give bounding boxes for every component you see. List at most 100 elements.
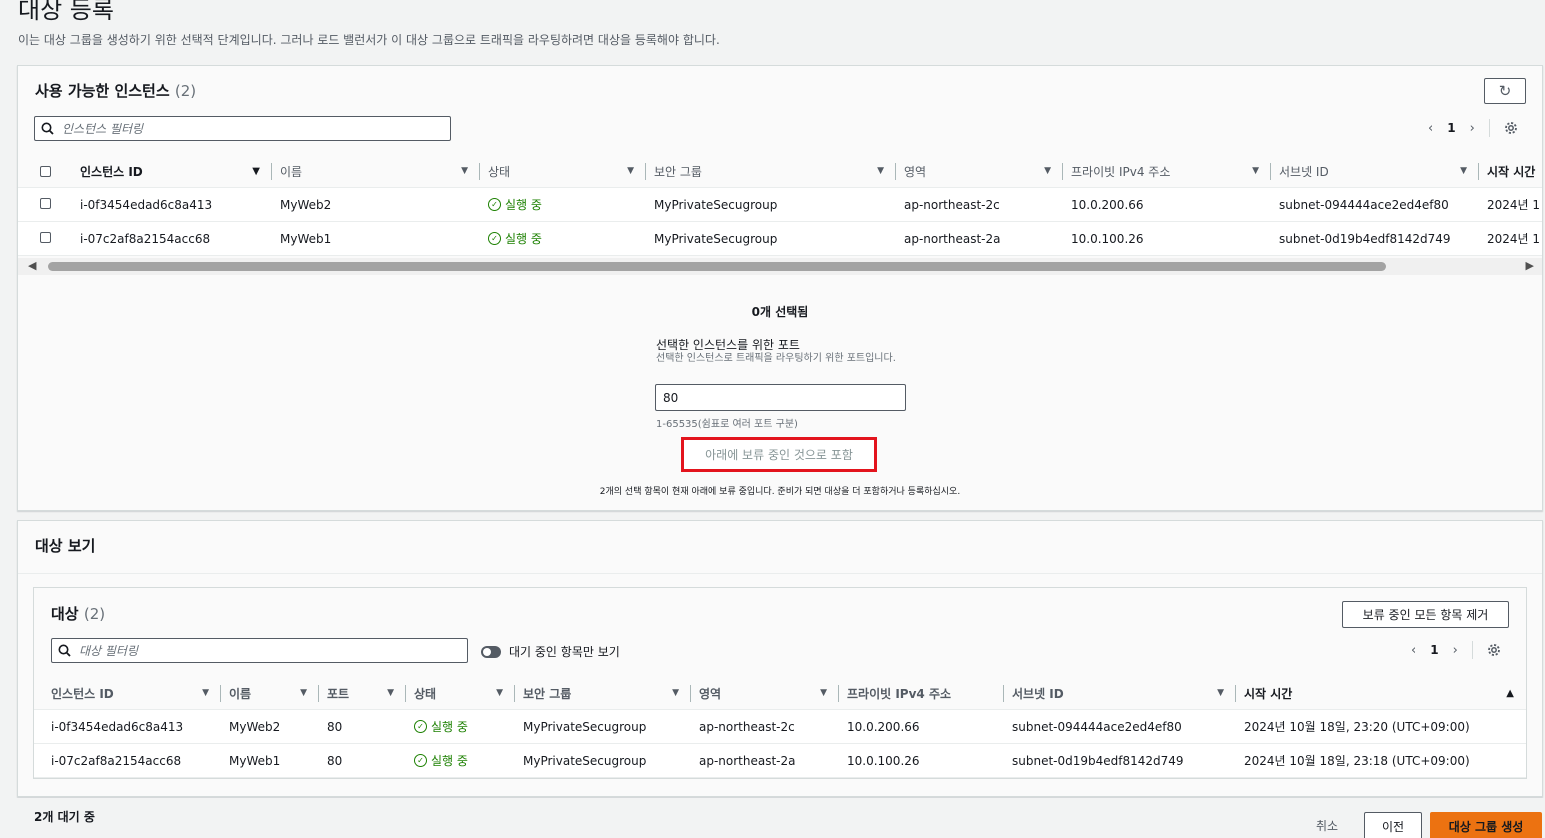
cell-launch-time: 2024년 1 [1487,232,1541,246]
column-launch-time[interactable]: 시작 시간 ▲ [1236,677,1526,709]
cell-security-group: MyPrivateSecugroup [523,753,647,768]
table-row: i-07c2af8a2154acc68 MyWeb1 80 ✓ 실행 중 MyPr… [34,744,1526,778]
table-row[interactable]: i-07c2af8a2154acc68 MyWeb1 ✓ 실행 중 MyPriva… [18,222,1542,256]
port-label: 선택한 인스턴스를 위한 포트 [656,338,800,352]
targets-heading: 대상 (2) [51,603,105,624]
column-security-group[interactable]: 보안 그룹 ▼ [646,155,896,187]
search-icon [41,122,54,135]
scrollbar-thumb[interactable] [48,262,1386,271]
column-state[interactable]: 상태 ▼ [406,677,515,709]
pending-only-toggle[interactable] [481,645,501,658]
select-all-checkbox[interactable] [39,165,51,177]
cell-state: ✓ 실행 중 [480,196,646,213]
check-circle-icon: ✓ [488,232,501,245]
instance-filter[interactable] [34,116,451,141]
instances-pagination: ‹ 1 › [1428,119,1518,137]
cell-launch-time: 2024년 10월 18일, 23:20 (UTC+09:00) [1244,720,1470,734]
column-port[interactable]: 포트 ▼ [319,677,406,709]
pending-count: 2개 대기 중 [34,810,95,824]
remove-all-pending-button[interactable]: 보류 중인 모든 항목 제거 [1342,601,1509,628]
gear-icon[interactable] [1487,643,1501,657]
column-security-group[interactable]: 보안 그룹 ▼ [515,677,691,709]
column-state[interactable]: 상태 ▼ [480,155,646,187]
target-filter[interactable] [51,638,468,663]
column-private-ip[interactable]: 프라이빗 IPv4 주소 [839,677,1004,709]
cell-name: MyWeb2 [229,719,281,734]
review-targets-title: 대상 보기 [35,537,96,555]
column-launch-time[interactable]: 시작 시간 [1479,155,1542,187]
column-name[interactable]: 이름 ▼ [221,677,319,709]
row-select-cell [18,231,72,246]
table-header: 인스턴스 ID ▼ 이름 ▼ 포트 ▼ 상태 ▼ 보안 그룹 ▼ 영역 ▼ 프라이빗 IPv… [34,677,1526,710]
pending-note: 2개의 선택 항목이 현재 아래에 보류 중입니다. 준비가 되면 대상을 더 … [599,487,961,497]
port-input[interactable] [655,384,906,411]
column-name[interactable]: 이름 ▼ [272,155,480,187]
scroll-left-arrow-icon[interactable]: ◀ [28,259,36,272]
targets-table: 인스턴스 ID ▼ 이름 ▼ 포트 ▼ 상태 ▼ 보안 그룹 ▼ 영역 ▼ 프라이빗 IPv… [34,677,1526,778]
previous-button[interactable]: 이전 [1364,812,1422,838]
search-icon [58,644,71,657]
target-filter-input[interactable] [79,643,448,658]
selected-count: 0개 선택됨 [751,305,809,319]
scroll-right-arrow-icon[interactable]: ▶ [1526,259,1534,272]
table-row: i-0f3454edad6c8a413 MyWeb2 80 ✓ 실행 중 MyPr… [34,710,1526,744]
include-as-pending-button[interactable]: 아래에 보류 중인 것으로 포함 [681,437,877,472]
next-page-icon[interactable]: › [1453,643,1458,658]
column-private-ip[interactable]: 프라이빗 IPv4 주소 ▼ [1063,155,1271,187]
available-instances-table: 인스턴스 ID ▼ 이름 ▼ 상태 ▼ 보안 그룹 ▼ 영역 ▼ 프라이빗 IPv4 주소… [18,155,1542,256]
check-circle-icon: ✓ [488,198,501,211]
cell-subnet-id: subnet-094444ace2ed4ef80 [1012,719,1182,734]
pagination-divider [1471,641,1473,659]
cell-private-ip: 10.0.100.26 [1071,231,1144,246]
instance-filter-input[interactable] [62,121,431,136]
current-page[interactable]: 1 [1447,121,1455,135]
horizontal-scrollbar[interactable]: ◀ ▶ [18,258,1542,275]
current-page[interactable]: 1 [1430,643,1438,657]
available-instances-title: 사용 가능한 인스턴스 [35,82,170,100]
check-circle-icon: ✓ [414,720,427,733]
cell-name: MyWeb1 [229,753,281,768]
panel-divider [18,573,1542,574]
column-subnet-id[interactable]: 서브넷 ID ▼ [1271,155,1479,187]
cell-subnet-id: subnet-094444ace2ed4ef80 [1279,197,1449,212]
cell-zone: ap-northeast-2c [904,197,1000,212]
port-description: 선택한 인스턴스로 트래픽을 라우팅하기 위한 포트입니다. [656,353,896,364]
port-hint: 1-65535(쉼표로 여러 포트 구분) [656,419,798,430]
gear-icon[interactable] [1504,121,1518,135]
targets-title: 대상 [51,605,79,623]
cell-name: MyWeb1 [280,231,332,246]
cell-instance-id: i-07c2af8a2154acc68 [80,231,211,246]
row-select-cell [18,197,72,212]
previous-page-icon[interactable]: ‹ [1411,643,1416,658]
column-subnet-id[interactable]: 서브넷 ID ▼ [1004,677,1236,709]
cell-port: 80 [327,753,343,768]
pending-only-label: 대기 중인 항목만 보기 [509,645,620,659]
row-checkbox[interactable] [39,231,51,243]
page-title: 대상 등록 [18,0,114,24]
row-checkbox[interactable] [39,197,51,209]
targets-pagination: ‹ 1 › [1411,641,1501,659]
cell-instance-id: i-0f3454edad6c8a413 [80,197,213,212]
table-row[interactable]: i-0f3454edad6c8a413 MyWeb2 ✓ 실행 중 MyPriva… [18,188,1542,222]
targets-count: (2) [83,605,106,623]
available-instances-heading: 사용 가능한 인스턴스 (2) [35,80,196,101]
column-zone[interactable]: 영역 ▼ [896,155,1063,187]
pagination-divider [1488,119,1490,137]
available-instances-count: (2) [174,82,197,100]
next-page-icon[interactable]: › [1470,121,1475,136]
cell-zone: ap-northeast-2c [699,719,795,734]
refresh-icon: ↻ [1498,82,1512,100]
check-circle-icon: ✓ [414,754,427,767]
column-zone[interactable]: 영역 ▼ [691,677,839,709]
previous-page-icon[interactable]: ‹ [1428,121,1433,136]
cancel-button[interactable]: 취소 [1303,812,1351,838]
cell-state: ✓ 실행 중 [406,752,515,769]
column-instance-id[interactable]: 인스턴스 ID ▼ [72,155,272,187]
cell-name: MyWeb2 [280,197,332,212]
column-instance-id[interactable]: 인스턴스 ID ▼ [34,677,221,709]
create-target-group-button[interactable]: 대상 그룹 생성 [1430,812,1542,838]
refresh-button[interactable]: ↻ [1484,78,1526,104]
pending-only-toggle-group: 대기 중인 항목만 보기 [481,643,620,660]
cell-subnet-id: subnet-0d19b4edf8142d749 [1279,231,1451,246]
page-description: 이는 대상 그룹을 생성하기 위한 선택적 단계입니다. 그러나 로드 밸런서가… [18,33,720,47]
